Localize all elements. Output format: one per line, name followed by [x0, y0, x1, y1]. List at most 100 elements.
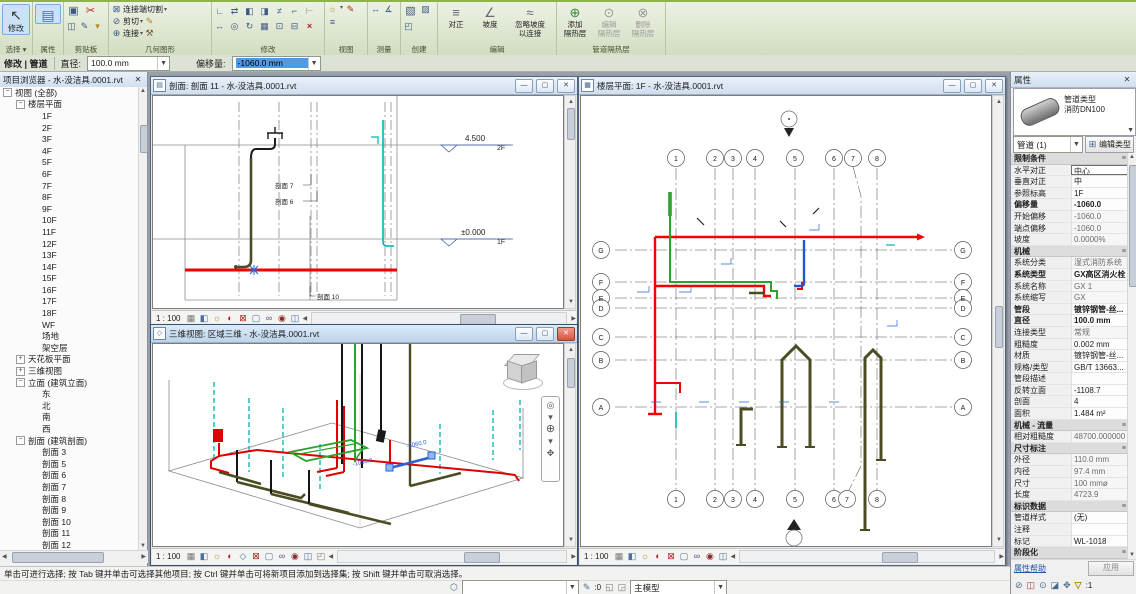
scale-button[interactable]: 1 : 100	[584, 552, 608, 561]
hscroll-right-arrow[interactable]: ▶	[571, 313, 576, 325]
property-value[interactable]: (无)	[1071, 512, 1129, 523]
temporary-view-properties-icon[interactable]: ◫	[717, 551, 728, 562]
property-value[interactable]: 97.4 mm	[1071, 466, 1129, 477]
properties-toggle-button[interactable]: ▤	[35, 4, 61, 24]
tree-expander-icon[interactable]	[32, 182, 39, 189]
crop-view-icon[interactable]: ⊠	[665, 551, 676, 562]
type-selector[interactable]: 管道类型 消防DN100 ▼	[1013, 88, 1136, 136]
property-value[interactable]	[1071, 373, 1129, 384]
cut-dropdown-arrow[interactable]: ▾	[140, 18, 143, 25]
cope-dropdown-arrow[interactable]: ▾	[164, 6, 167, 13]
property-value[interactable]: 4723.9	[1071, 489, 1129, 500]
steering-wheel-arrow[interactable]: ▾	[548, 412, 553, 422]
property-value[interactable]: 中	[1071, 176, 1129, 187]
property-row[interactable]: 机械	[1011, 246, 1129, 258]
tree-expander-icon[interactable]	[32, 205, 39, 212]
pipe-riser-olive[interactable]	[234, 158, 251, 269]
tree-expander-icon[interactable]	[32, 541, 39, 548]
plan-restore-button[interactable]: ▢	[964, 79, 982, 93]
copy-move-icon[interactable]: ◎	[229, 21, 240, 32]
tree-expander-icon[interactable]	[32, 402, 39, 409]
switch-windows-icon[interactable]: ≡	[327, 17, 338, 28]
property-row[interactable]: 外径 110.0 mm	[1011, 454, 1129, 466]
tree-expander-icon[interactable]	[32, 333, 39, 340]
property-row[interactable]: 垂直对正 中	[1011, 176, 1129, 188]
shadows-icon[interactable]: ◐	[652, 551, 663, 562]
tree-item[interactable]: WF	[0, 319, 140, 331]
property-row[interactable]: 标记 WL-1018	[1011, 536, 1129, 548]
property-row[interactable]: 反转立面 -1108.7	[1011, 385, 1129, 397]
properties-scrollbar[interactable]: ▲ ▼	[1127, 153, 1136, 559]
tree-item[interactable]: 14F	[0, 261, 140, 273]
property-row[interactable]: 系统缩写 GX	[1011, 292, 1129, 304]
tree-item[interactable]: 剖面 9	[0, 504, 140, 516]
properties-titlebar[interactable]: 属性 ✕	[1011, 72, 1136, 88]
window-section[interactable]: ▤ 剖面: 剖面 11 - 水-没洁具.0001.rvt — ▢ ✕	[150, 76, 578, 328]
remove-insulation-button[interactable]: ⊗ 删除 隔热层	[627, 4, 659, 38]
property-value[interactable]: 4	[1071, 396, 1129, 407]
select-by-face-toggle[interactable]: ◪	[1051, 580, 1060, 591]
level-marker-2f[interactable]: 4.500 2F	[441, 134, 513, 152]
modify-button[interactable]: ↖ 修改	[2, 4, 30, 35]
plan-canvas[interactable]: 12345678 12345678 GFEDCBA GFEDCBA	[580, 95, 992, 547]
tree-item[interactable]: 剖面 5	[0, 458, 140, 470]
tree-item[interactable]: + 天花板平面	[0, 354, 140, 366]
shadows-icon[interactable]: ◐	[224, 551, 235, 562]
scale-button[interactable]: 1 : 100	[156, 552, 180, 561]
properties-close-icon[interactable]: ✕	[1121, 75, 1133, 84]
design-options-icon[interactable]: ◱	[605, 582, 614, 593]
property-value[interactable]: GX	[1071, 292, 1129, 303]
array-icon[interactable]: ▦	[259, 21, 270, 32]
tree-item[interactable]: 13F	[0, 249, 140, 261]
tree-item[interactable]: 2F	[0, 122, 140, 134]
property-row[interactable]: 参照标高 1F	[1011, 188, 1129, 200]
property-row[interactable]: 长度 4723.9	[1011, 489, 1129, 501]
plan-pipes-green[interactable]	[670, 192, 777, 299]
pipe-fitting-black[interactable]	[251, 127, 283, 158]
tree-item[interactable]: 剖面 10	[0, 516, 140, 528]
delete-icon[interactable]: ×	[304, 21, 315, 32]
property-row[interactable]: 系统类型 GX高区消火栓	[1011, 269, 1129, 281]
property-value[interactable]: 中心	[1071, 165, 1129, 176]
unlocked-3d-icon[interactable]: ◇	[237, 551, 248, 562]
plan-pipe-blue[interactable]	[794, 240, 804, 286]
vcb-expand-arrow[interactable]: ◀	[302, 313, 307, 325]
unpin-icon[interactable]: ⊟	[289, 21, 300, 32]
3d-canvas[interactable]: -1060.0 -1060.0 ◎ ▾ ⊕ ▾ ✥	[152, 343, 564, 547]
temporary-hide-icon[interactable]: ∞	[691, 551, 702, 562]
property-value[interactable]: GX 1	[1071, 281, 1129, 292]
tree-expander-icon[interactable]	[32, 472, 39, 479]
pan-icon[interactable]: ✥	[547, 448, 555, 458]
pipe-cyan[interactable]	[371, 120, 394, 246]
property-row[interactable]: 内径 97.4 mm	[1011, 466, 1129, 478]
property-row[interactable]: 管段描述	[1011, 373, 1129, 385]
tree-expander-icon[interactable]	[32, 147, 39, 154]
property-value[interactable]: 0.0000%	[1071, 234, 1129, 245]
ignore-slope-button[interactable]: ≈ 忽略坡度 以连接	[508, 4, 552, 38]
pipes-red-runs[interactable]	[211, 429, 519, 481]
close-hidden-windows-icon[interactable]: ✎	[345, 4, 356, 15]
show-crop-icon[interactable]: ▢	[250, 313, 261, 324]
level-marker-1f[interactable]: ±0.000 1F	[441, 228, 513, 246]
rotate-icon[interactable]: ↻	[244, 21, 255, 32]
tree-item[interactable]: 北	[0, 400, 140, 412]
browser-horizontal-scrollbar[interactable]: ◀ ▶	[0, 550, 148, 563]
tree-item[interactable]: 南	[0, 412, 140, 424]
create-similar-icon[interactable]: ▨	[420, 4, 431, 15]
panel-edit-label[interactable]: 编辑	[438, 44, 556, 55]
navigation-bar[interactable]: ◎ ▾ ⊕ ▾ ✥	[541, 396, 560, 482]
plan-pipes-cyan[interactable]	[676, 245, 895, 428]
property-row[interactable]: 坡度 0.0000%	[1011, 234, 1129, 246]
property-value[interactable]: 100 mmø	[1071, 478, 1129, 489]
tree-item[interactable]: 12F	[0, 238, 140, 250]
temporary-view-properties-icon[interactable]: ◫	[289, 313, 300, 324]
property-row[interactable]: 开始偏移 -1060.0	[1011, 211, 1129, 223]
panel-geometry-label[interactable]: 几何图形	[109, 44, 211, 55]
panel-clipboard-label[interactable]: 剪贴板	[64, 44, 108, 55]
tree-item[interactable]: 16F	[0, 284, 140, 296]
temporary-view-properties-icon[interactable]: ◫	[302, 551, 313, 562]
property-row[interactable]: 连接类型 常规	[1011, 327, 1129, 339]
property-value[interactable]	[1071, 524, 1129, 535]
extend-icon[interactable]: ⊢	[304, 6, 315, 17]
panel-properties-label[interactable]: 属性	[33, 44, 63, 55]
